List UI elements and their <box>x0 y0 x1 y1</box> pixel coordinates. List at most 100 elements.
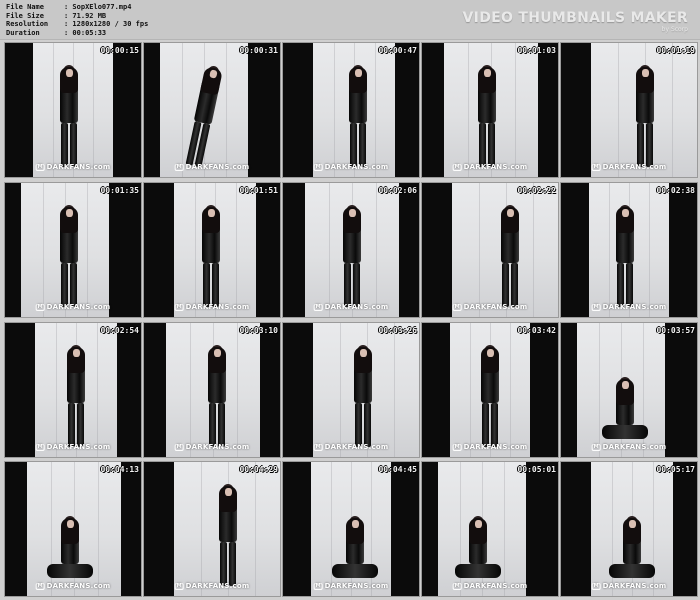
figure-leg <box>70 123 77 167</box>
thumbnail-frame[interactable]: M DARKFANS.com 00:02:38 <box>560 182 698 318</box>
brand-logo: VIDEO THUMBNAILS MAKER by Scorp <box>463 10 688 33</box>
wall-tile-line <box>599 323 600 457</box>
thumbnail-frame[interactable]: M DARKFANS.com 00:03:42 <box>421 322 559 458</box>
figure-silhouette <box>202 345 232 447</box>
figure-leg <box>511 263 518 307</box>
figure-silhouette <box>630 65 660 167</box>
thumbnail-frame[interactable]: M DARKFANS.com 00:05:01 <box>421 461 559 597</box>
thumbnail-frame[interactable]: M DARKFANS.com 00:02:54 <box>4 322 142 458</box>
frame-scene <box>450 323 530 457</box>
watermark: M DARKFANS.com <box>591 303 667 311</box>
thumbnail-frame[interactable]: M DARKFANS.com 00:00:31 <box>143 42 281 178</box>
watermark-logo-icon: M <box>591 443 601 451</box>
figure-leg <box>203 263 210 307</box>
thumbnail-frame[interactable]: M DARKFANS.com 00:00:15 <box>4 42 142 178</box>
frame-scene <box>589 183 669 317</box>
watermark-text: DARKFANS.com <box>463 163 528 171</box>
figure-head <box>61 516 79 544</box>
frame-timestamp: 00:01:19 <box>656 46 695 55</box>
figure-leg <box>482 403 489 447</box>
thumbnail-frame[interactable]: M DARKFANS.com 00:00:47 <box>282 42 420 178</box>
wall-tile-line <box>470 323 471 457</box>
wall-tile-line <box>93 43 94 177</box>
figure-head <box>343 205 361 233</box>
figure-silhouette <box>609 516 655 578</box>
thumbnail-frame[interactable]: M DARKFANS.com 00:03:57 <box>560 322 698 458</box>
watermark-logo-icon: M <box>35 163 45 171</box>
watermark-text: DARKFANS.com <box>602 443 667 451</box>
sheet-header: File Name : SopXElo077.mp4 File Size : 7… <box>0 0 700 40</box>
figure-leg <box>353 263 360 307</box>
figure-legs <box>337 263 367 307</box>
figure-head <box>636 65 654 93</box>
thumbnail-frame[interactable]: M DARKFANS.com 00:01:35 <box>4 182 142 318</box>
watermark-logo-icon: M <box>313 443 323 451</box>
watermark-logo-icon: M <box>313 303 323 311</box>
wall-tile-line <box>201 462 202 596</box>
watermark: M DARKFANS.com <box>174 163 250 171</box>
thumbnail-frame[interactable]: M DARKFANS.com 00:02:06 <box>282 182 420 318</box>
file-info-value: : 00:05:33 <box>64 28 107 37</box>
figure-face <box>67 520 74 528</box>
figure-leg <box>626 263 633 307</box>
file-info-key: Resolution <box>6 20 49 29</box>
figure-silhouette <box>495 205 525 307</box>
figure-leg <box>218 403 225 447</box>
thumbnail-frame[interactable]: M DARKFANS.com 00:04:29 <box>143 461 281 597</box>
figure-leg <box>344 263 351 307</box>
figure-leg <box>61 123 68 167</box>
figure-face <box>66 69 73 77</box>
thumbnail-frame[interactable]: M DARKFANS.com 00:04:45 <box>282 461 420 597</box>
watermark: M DARKFANS.com <box>35 582 111 590</box>
watermark-logo-icon: M <box>35 443 45 451</box>
figure-legs <box>54 263 84 307</box>
thumbnail-frame[interactable]: M DARKFANS.com 00:05:17 <box>560 461 698 597</box>
frame-timestamp: 00:02:22 <box>517 186 556 195</box>
figure-leg <box>617 263 624 307</box>
wall-tile-line <box>374 43 376 177</box>
wall-tile-line <box>87 183 88 317</box>
watermark-logo-icon: M <box>313 582 323 590</box>
figure-silhouette <box>455 516 501 578</box>
figure-kneeling-legs <box>455 564 501 578</box>
watermark-logo-icon: M <box>452 303 462 311</box>
thumbnail-grid: M DARKFANS.com 00:00:15 M DARKFANS.com 00:00:… <box>0 42 700 600</box>
thumbnail-frame[interactable]: M DARKFANS.com 00:01:19 <box>560 42 698 178</box>
figure-legs <box>348 403 378 447</box>
watermark-logo-icon: M <box>35 303 45 311</box>
thumbnail-frame[interactable]: M DARKFANS.com 00:01:03 <box>421 42 559 178</box>
figure-head <box>199 64 223 96</box>
frame-timestamp: 00:01:35 <box>100 186 139 195</box>
frame-scene <box>174 462 280 596</box>
wall-tile-line <box>235 183 237 317</box>
figure-silhouette <box>179 63 230 169</box>
figure-head <box>501 205 519 233</box>
watermark-logo-icon: M <box>591 163 601 171</box>
figure-leg <box>70 263 77 307</box>
file-info-value: : SopXElo077.mp4 <box>64 3 132 11</box>
wall-tile-line <box>255 462 256 596</box>
figure-legs <box>179 120 217 169</box>
wall-tile-line <box>375 183 377 317</box>
thumbnail-frame[interactable]: M DARKFANS.com 00:01:51 <box>143 182 281 318</box>
watermark-text: DARKFANS.com <box>46 443 111 451</box>
frame-timestamp: 00:01:03 <box>517 46 556 55</box>
watermark: M DARKFANS.com <box>452 303 528 311</box>
figure-face <box>349 209 356 217</box>
watermark: M DARKFANS.com <box>313 303 389 311</box>
wall-tile-line <box>649 183 650 317</box>
thumbnail-frame[interactable]: M DARKFANS.com 00:02:22 <box>421 182 559 318</box>
figure-silhouette <box>348 345 378 447</box>
figure-face <box>225 488 232 496</box>
figure-leg <box>355 403 362 447</box>
wall-tile-line <box>97 462 99 596</box>
thumbnail-frame[interactable]: M DARKFANS.com 00:04:13 <box>4 461 142 597</box>
watermark-text: DARKFANS.com <box>324 303 389 311</box>
figure-face <box>66 209 73 217</box>
thumbnail-frame[interactable]: M DARKFANS.com 00:03:10 <box>143 322 281 458</box>
thumbnail-frame[interactable]: M DARKFANS.com 00:03:26 <box>282 322 420 458</box>
figure-kneeling-legs <box>609 564 655 578</box>
figure-silhouette <box>54 65 84 167</box>
wall-tile-line <box>96 323 98 457</box>
figure-head <box>346 516 364 544</box>
